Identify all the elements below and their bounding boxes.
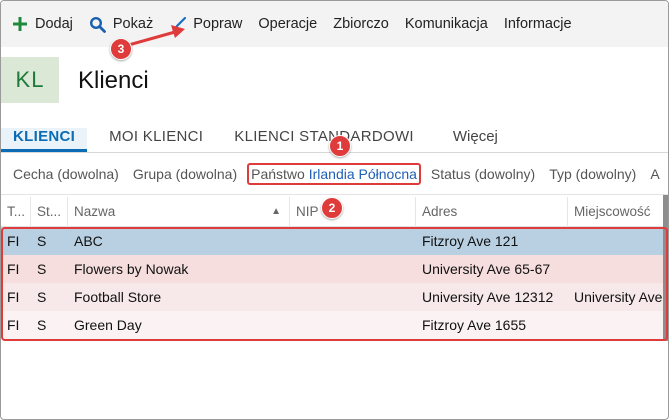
cell-city [568, 311, 668, 339]
column-header-city[interactable]: Miejscowość [568, 197, 668, 227]
cell-status: S [37, 289, 47, 305]
cell-address: Fitzroy Ave 1655 [422, 317, 527, 333]
show-button-label: Pokaż [112, 16, 154, 32]
filter-feature[interactable]: Cecha (dowolna) [13, 166, 119, 182]
cell-name: Green Day [74, 317, 142, 333]
cell-city [568, 255, 668, 283]
filter-country[interactable]: Państwo Irlandia Północna [247, 163, 421, 185]
cell-type: FI [7, 317, 20, 333]
cell-name: Flowers by Nowak [74, 261, 189, 277]
callout-marker: 3 [110, 38, 132, 60]
brush-icon [169, 15, 187, 33]
table-row[interactable]: FI S Flowers by Nowak University Ave 65-… [1, 255, 668, 283]
cell-nip [290, 283, 416, 311]
cell-address: University Ave 12312 [422, 289, 554, 305]
divider [1, 194, 668, 195]
column-header-name-label: Nazwa [74, 203, 116, 219]
filter-status[interactable]: Status (dowolny) [431, 166, 535, 182]
plus-icon [11, 15, 29, 33]
add-button[interactable]: Dodaj [11, 9, 73, 39]
cell-name: Football Store [74, 289, 162, 305]
table-row[interactable]: FI S ABC Fitzroy Ave 121 [1, 227, 668, 255]
module-badge: KL [1, 57, 59, 103]
filter-group[interactable]: Grupa (dowolna) [133, 166, 237, 182]
callout-marker: 2 [321, 197, 343, 219]
information-menu[interactable]: Informacje [504, 9, 572, 39]
add-button-label: Dodaj [35, 16, 73, 32]
tab-moi-klienci[interactable]: MOI KLIENCI [109, 128, 203, 152]
column-header-status[interactable]: St... [31, 196, 68, 227]
filter-bar: Cecha (dowolna) Grupa (dowolna) Państwo … [1, 153, 668, 195]
cell-city [568, 227, 668, 255]
operations-menu-label: Operacje [258, 16, 318, 32]
toolbar: Dodaj Pokaż Popraw Operacje Zbiorczo Kom… [1, 1, 668, 47]
column-header-nip[interactable]: NIP [290, 196, 416, 227]
bulk-menu-label: Zbiorczo [333, 16, 389, 32]
cell-nip [290, 255, 416, 283]
sort-ascending-icon: ▲ [271, 205, 281, 217]
filter-more[interactable]: A [650, 166, 659, 182]
scrollbar[interactable] [663, 195, 668, 341]
cell-address: Fitzroy Ave 121 [422, 233, 519, 249]
cell-nip [290, 227, 416, 255]
bulk-menu[interactable]: Zbiorczo [333, 9, 389, 39]
cell-type: FI [7, 289, 20, 305]
operations-menu[interactable]: Operacje [258, 9, 317, 39]
cell-status: S [37, 317, 47, 333]
page-header: KL Klienci [1, 47, 668, 115]
cell-type: FI [7, 261, 20, 277]
filter-country-label: Państwo [251, 166, 305, 182]
filter-type[interactable]: Typ (dowolny) [549, 166, 636, 182]
cell-type: FI [7, 233, 20, 249]
app-window: Dodaj Pokaż Popraw Operacje Zbiorczo Kom… [0, 0, 669, 420]
table-row[interactable]: FI S Football Store University Ave 12312… [1, 283, 668, 311]
information-menu-label: Informacje [503, 16, 572, 32]
cell-address: University Ave 65-67 [422, 261, 551, 277]
edit-button[interactable]: Popraw [169, 9, 242, 39]
page-title: Klienci [78, 67, 149, 94]
column-header-name[interactable]: Nazwa ▲ [68, 196, 290, 227]
search-icon [89, 15, 107, 33]
callout-marker: 1 [329, 135, 351, 157]
cell-status: S [37, 233, 47, 249]
communication-menu[interactable]: Komunikacja [405, 9, 488, 39]
edit-button-label: Popraw [193, 16, 243, 32]
tab-klienci-standardowi[interactable]: KLIENCI STANDARDOWI [234, 128, 414, 152]
filter-country-value: Irlandia Północna [308, 166, 417, 182]
cell-status: S [37, 261, 47, 277]
tab-klienci[interactable]: KLIENCI [1, 128, 88, 152]
cell-city: University Ave [574, 289, 663, 305]
column-header-address[interactable]: Adres [416, 196, 568, 227]
cell-nip [290, 311, 416, 339]
column-header-type[interactable]: T... [1, 196, 31, 227]
cell-name: ABC [74, 233, 103, 249]
communication-menu-label: Komunikacja [404, 16, 488, 32]
table-row[interactable]: FI S Green Day Fitzroy Ave 1655 [1, 311, 668, 339]
show-button[interactable]: Pokaż [89, 9, 153, 39]
tab-more[interactable]: Więcej [453, 128, 498, 152]
